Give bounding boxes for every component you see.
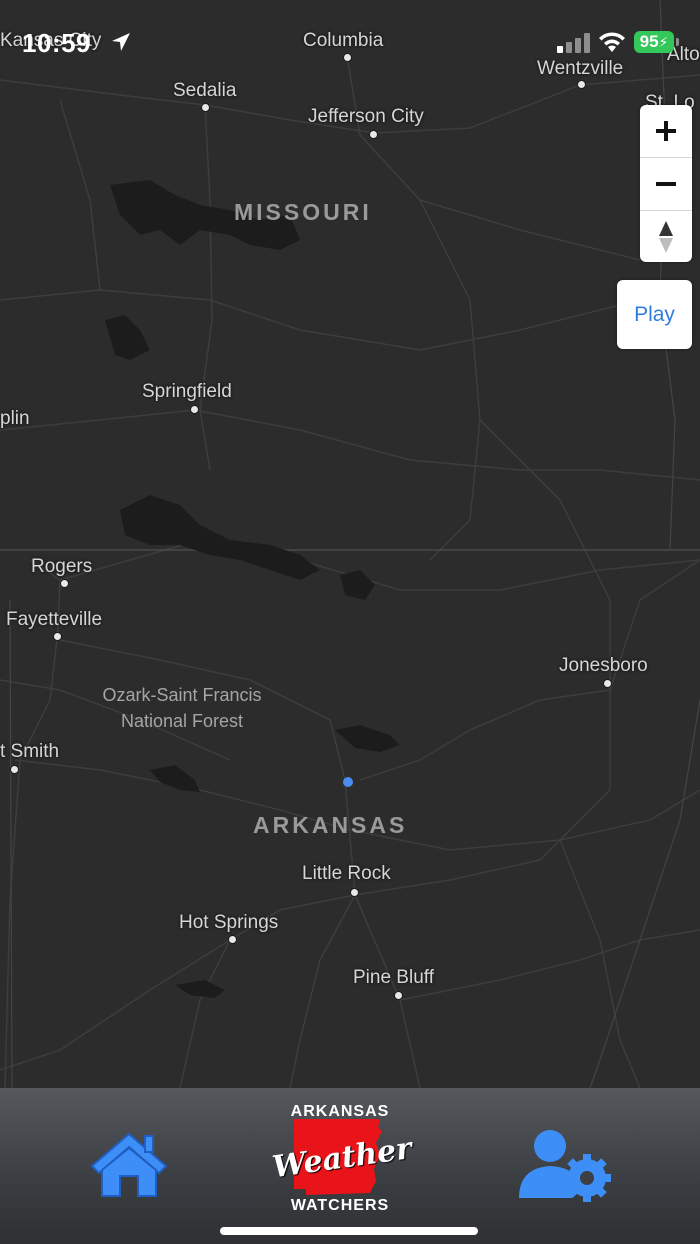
state-label-missouri: MISSOURI (234, 199, 372, 225)
play-button[interactable]: Play (617, 280, 692, 349)
state-label-arkansas: ARKANSAS (253, 812, 408, 838)
battery-tip (676, 38, 679, 46)
city-dot-jonesboro (603, 679, 612, 688)
home-icon[interactable] (88, 1130, 170, 1198)
plus-icon (656, 121, 676, 141)
zoom-in-button[interactable] (640, 105, 692, 157)
city-dot-sedalia (201, 103, 210, 112)
city-label-jefferson-city: Jefferson City (308, 106, 424, 127)
city-dot-rogers (60, 579, 69, 588)
city-label-rogers: Rogers (31, 556, 93, 577)
city-label-joplin: plin (0, 408, 30, 429)
cellular-signal-icon (557, 33, 590, 53)
city-dot-little-rock (350, 888, 359, 897)
battery-indicator: 95⚡ (634, 31, 674, 53)
arkansas-weather-watchers-logo[interactable]: ARKANSAS Weather WATCHERS (270, 1103, 414, 1215)
city-label-hot-springs: Hot Springs (179, 912, 279, 933)
city-dot-springfield (190, 405, 199, 414)
home-indicator (220, 1227, 478, 1235)
compass-button[interactable] (640, 211, 692, 262)
logo-bottom-text: WATCHERS (290, 1197, 390, 1214)
city-label-little-rock: Little Rock (302, 863, 391, 884)
city-label-springfield: Springfield (142, 381, 232, 402)
status-time: 10:59 (22, 28, 91, 58)
forest-label-line1: Ozark-Saint Francis (102, 685, 262, 705)
zoom-control (640, 105, 692, 262)
logo-top-text: ARKANSAS (290, 1103, 390, 1120)
minus-icon (656, 182, 676, 186)
map-base-layer (0, 0, 700, 1088)
zoom-out-button[interactable] (640, 158, 692, 210)
user-settings-icon[interactable] (517, 1128, 613, 1202)
forest-label: Ozark-Saint Francis National Forest (84, 682, 280, 734)
city-dot-jefferson-city (369, 130, 378, 139)
battery-level: 95 (639, 32, 659, 51)
map-view[interactable]: Kansas City Columbia Wentzville Alton St… (0, 0, 700, 1088)
compass-icon (659, 221, 673, 253)
forest-label-line2: National Forest (120, 711, 244, 731)
city-dot-hot-springs (228, 935, 237, 944)
city-label-sedalia: Sedalia (173, 80, 237, 101)
city-dot-fort-smith (10, 765, 19, 774)
city-label-fort-smith: t Smith (0, 741, 60, 762)
location-arrow-icon (112, 33, 130, 51)
city-label-jonesboro: Jonesboro (559, 655, 648, 676)
city-dot-pine-bluff (394, 991, 403, 1000)
status-bar: 10:59 95⚡ (0, 0, 700, 70)
wifi-icon (599, 32, 625, 52)
city-dot-wentzville (577, 80, 586, 89)
city-label-fayetteville: Fayetteville (6, 609, 103, 630)
user-location-marker (343, 777, 353, 787)
city-label-pine-bluff: Pine Bluff (353, 967, 434, 988)
city-dot-fayetteville (53, 632, 62, 641)
